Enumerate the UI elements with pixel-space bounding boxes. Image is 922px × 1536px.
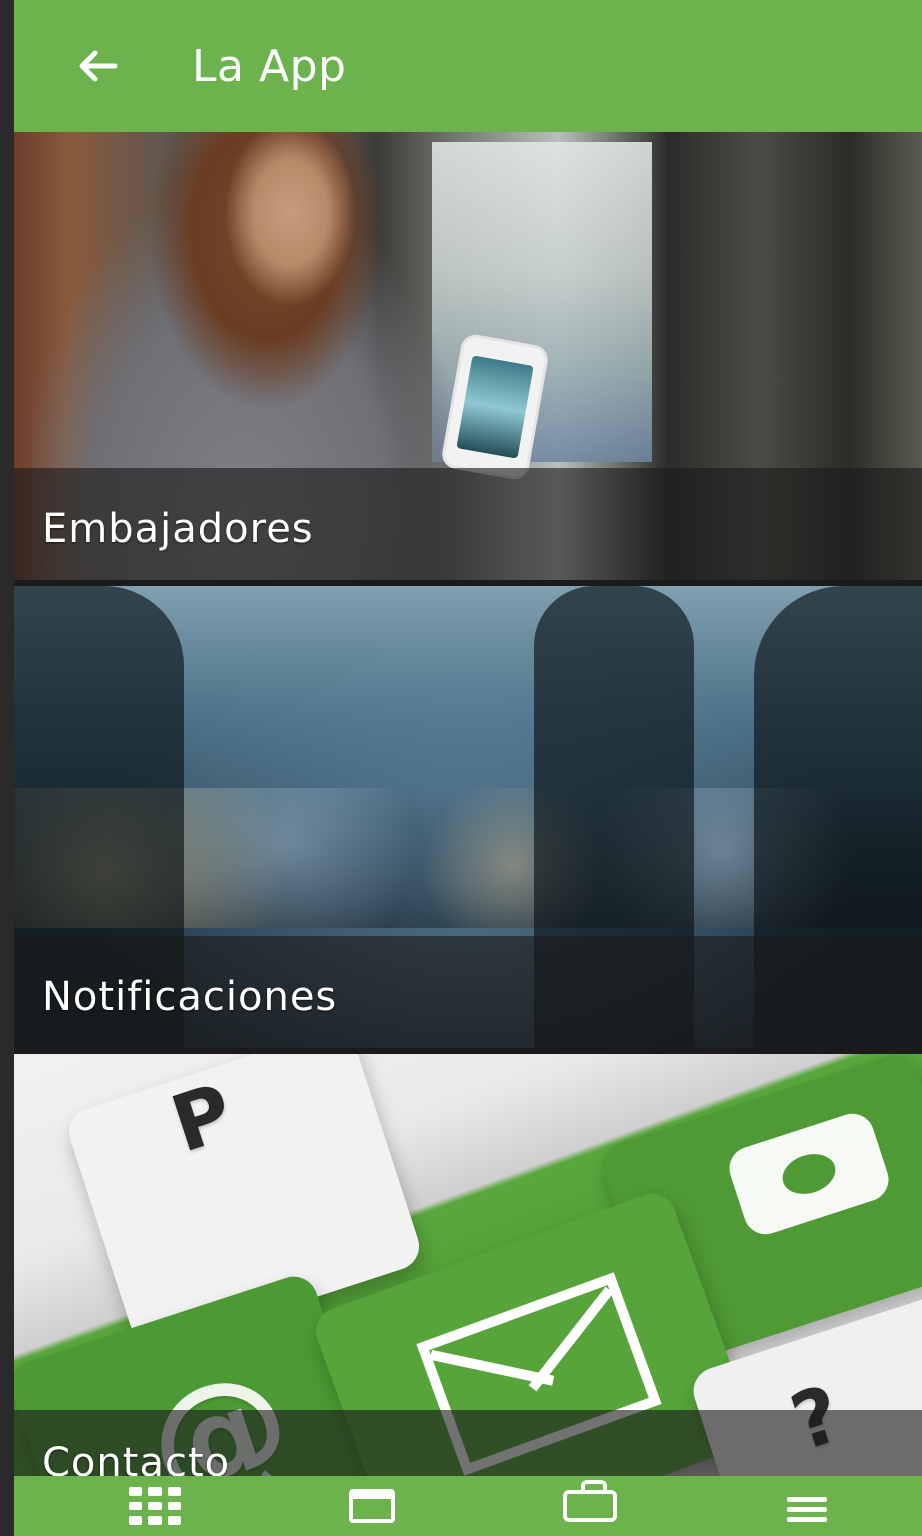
nav-calendar-button[interactable]: [327, 1476, 417, 1536]
tile-embajadores[interactable]: Embajadores: [14, 132, 922, 580]
nav-briefcase-button[interactable]: [545, 1476, 635, 1536]
nav-menu-button[interactable]: [762, 1476, 852, 1536]
tile-contacto-label: Contacto: [42, 1440, 231, 1476]
arrow-left-icon: [79, 50, 118, 82]
back-button[interactable]: [48, 16, 148, 116]
tile-contacto[interactable]: P ? @ Contacto: [14, 1054, 922, 1476]
app-bar: La App: [14, 0, 922, 132]
bottom-navigation: [14, 1476, 922, 1536]
tile-notificaciones-label: Notificaciones: [42, 974, 338, 1020]
tile-embajadores-label: Embajadores: [42, 506, 314, 552]
menu-icon: [786, 1491, 827, 1522]
calendar-icon: [349, 1489, 396, 1523]
left-screen-edge: [0, 0, 14, 1536]
nav-home-button[interactable]: [110, 1476, 200, 1536]
briefcase-icon: [562, 1480, 617, 1522]
phone-screen: La App Embajadores Notificaciones P ? @ …: [0, 0, 922, 1536]
grid-icon: [129, 1487, 181, 1525]
page-title: La App: [192, 40, 347, 92]
tile-notificaciones[interactable]: Notificaciones: [14, 586, 922, 1048]
